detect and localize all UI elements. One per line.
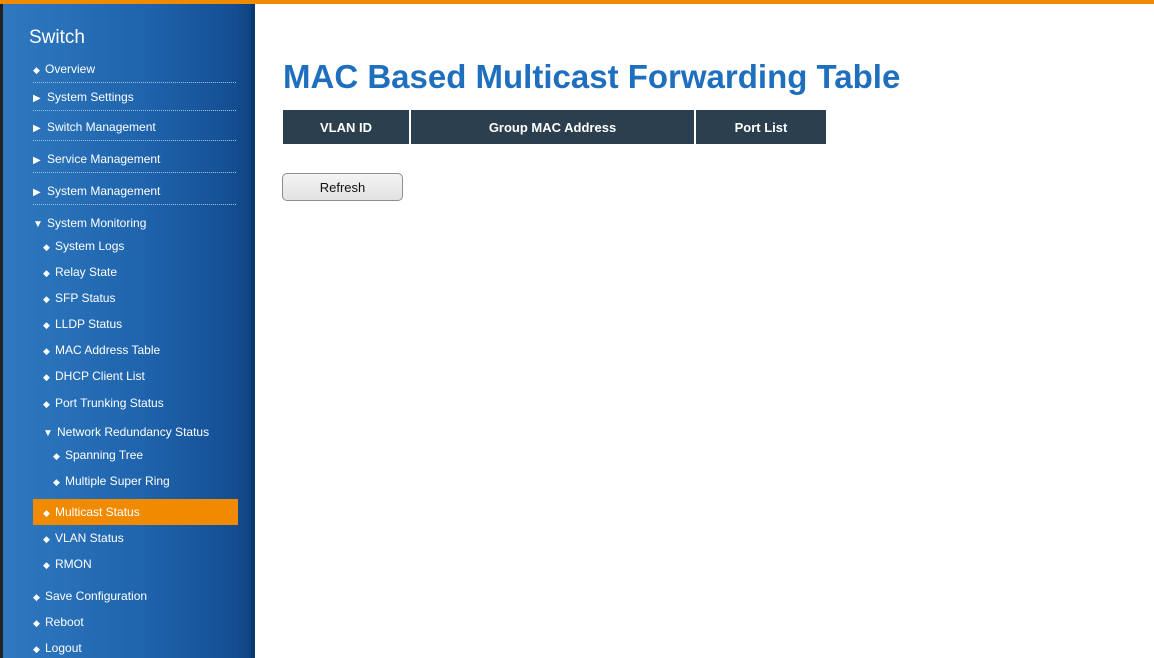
sidebar-item-system-management[interactable]: ▶ System Management <box>33 178 236 205</box>
column-header-port-list: Port List <box>695 110 826 144</box>
page-title: MAC Based Multicast Forwarding Table <box>283 58 901 95</box>
bullet-icon: ◆ <box>43 346 50 356</box>
sidebar-title: Switch <box>29 27 85 48</box>
table-header-row: VLAN ID Group MAC Address Port List <box>283 110 826 144</box>
sidebar-item-label: DHCP Client List <box>55 369 145 383</box>
sidebar-item-label: SFP Status <box>55 291 116 305</box>
bullet-icon: ◆ <box>43 320 50 330</box>
sidebar-item-dhcp-client-list[interactable]: ◆ DHCP Client List <box>43 363 246 389</box>
bullet-icon: ◆ <box>53 451 60 461</box>
sidebar-item-label: RMON <box>55 557 92 571</box>
sidebar-edge <box>251 4 255 658</box>
bullet-icon: ◆ <box>33 592 40 602</box>
sidebar-item-port-trunking-status[interactable]: ◆ Port Trunking Status <box>43 390 246 416</box>
sidebar-item-rmon[interactable]: ◆ RMON <box>43 551 246 577</box>
sidebar: Switch ◆ Overview ▶ System Settings ▶ Switc… <box>3 4 255 658</box>
sidebar-item-multiple-super-ring[interactable]: ◆ Multiple Super Ring <box>53 468 255 494</box>
multicast-forwarding-table: VLAN ID Group MAC Address Port List <box>283 110 826 144</box>
sidebar-item-label: System Management <box>47 184 161 198</box>
sidebar-item-label: Port Trunking Status <box>55 396 164 410</box>
sidebar-item-label: Switch Management <box>47 120 156 134</box>
bullet-icon: ◆ <box>33 618 40 628</box>
sidebar-item-system-logs[interactable]: ◆ System Logs <box>43 233 246 259</box>
sidebar-item-label: Spanning Tree <box>65 448 144 462</box>
refresh-button[interactable]: Refresh <box>282 173 403 201</box>
column-header-vlan-id: VLAN ID <box>283 110 411 144</box>
sidebar-item-label: VLAN Status <box>55 531 124 545</box>
bullet-icon: ◆ <box>43 534 50 544</box>
sidebar-item-label: Reboot <box>45 615 84 629</box>
expand-arrow-icon: ▶ <box>33 187 41 198</box>
sidebar-item-label: MAC Address Table <box>55 343 161 357</box>
sidebar-item-label: Service Management <box>47 152 161 166</box>
bullet-icon: ◆ <box>33 644 40 654</box>
bullet-icon: ◆ <box>43 372 50 382</box>
sidebar-item-reboot[interactable]: ◆ Reboot <box>33 609 236 635</box>
sidebar-item-label: Relay State <box>55 265 118 279</box>
sidebar-item-save-configuration[interactable]: ◆ Save Configuration <box>33 583 236 609</box>
bullet-icon: ◆ <box>43 399 50 409</box>
bullet-icon: ◆ <box>53 477 60 487</box>
expand-arrow-icon: ▶ <box>33 155 41 166</box>
bullet-icon: ◆ <box>43 268 50 278</box>
sidebar-item-service-management[interactable]: ▶ Service Management <box>33 146 236 173</box>
sidebar-item-label: System Settings <box>47 90 134 104</box>
expand-arrow-icon: ▶ <box>33 93 41 104</box>
sidebar-item-label: Save Configuration <box>45 589 148 603</box>
sidebar-item-label: System Monitoring <box>47 216 147 230</box>
sidebar-item-label: System Logs <box>55 239 125 253</box>
sidebar-item-relay-state[interactable]: ◆ Relay State <box>43 259 246 285</box>
bullet-icon: ◆ <box>43 560 50 570</box>
sidebar-item-multicast-status[interactable]: ◆ Multicast Status <box>33 499 238 525</box>
sidebar-item-switch-management[interactable]: ▶ Switch Management <box>33 114 236 141</box>
sidebar-item-logout[interactable]: ◆ Logout <box>33 635 236 658</box>
column-header-group-mac-address: Group MAC Address <box>410 110 696 144</box>
expand-arrow-icon: ▶ <box>33 123 41 134</box>
sidebar-item-label: Network Redundancy Status <box>57 425 210 439</box>
sidebar-item-overview[interactable]: ◆ Overview <box>33 56 236 83</box>
sidebar-item-label: LLDP Status <box>55 317 123 331</box>
sidebar-item-spanning-tree[interactable]: ◆ Spanning Tree <box>53 442 255 468</box>
bullet-icon: ◆ <box>33 65 40 75</box>
sidebar-item-lldp-status[interactable]: ◆ LLDP Status <box>43 311 246 337</box>
sidebar-item-label: Multicast Status <box>55 505 140 519</box>
bullet-icon: ◆ <box>43 242 50 252</box>
sidebar-item-label: Multiple Super Ring <box>65 474 170 488</box>
sidebar-item-system-settings[interactable]: ▶ System Settings <box>33 84 236 111</box>
bullet-icon: ◆ <box>43 508 50 518</box>
sidebar-item-label: Logout <box>45 641 82 655</box>
sidebar-item-vlan-status[interactable]: ◆ VLAN Status <box>43 525 246 551</box>
bullet-icon: ◆ <box>43 294 50 304</box>
sidebar-item-sfp-status[interactable]: ◆ SFP Status <box>43 285 246 311</box>
sidebar-item-mac-address-table[interactable]: ◆ MAC Address Table <box>43 337 246 363</box>
sidebar-item-label: Overview <box>45 62 96 76</box>
